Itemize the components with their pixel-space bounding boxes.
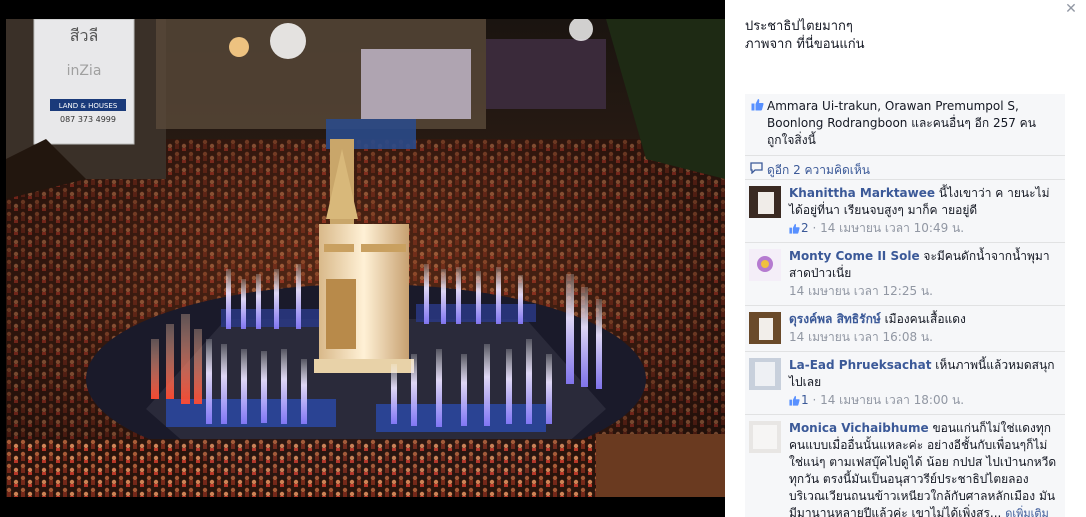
- comment-author[interactable]: ดุรงค์พล สิทธิรักษ์: [789, 312, 881, 326]
- avatar[interactable]: [749, 421, 781, 453]
- close-icon[interactable]: ✕: [1064, 1, 1078, 17]
- photo-viewer: สีวลี inZia LAND & HOUSES 087 373 4999: [0, 0, 725, 517]
- feedback-panel: Ammara Ui-trakun, Orawan Premumpol S, Bo…: [745, 94, 1065, 517]
- comment-time[interactable]: 14 เมษายน เวลา 16:08 น.: [789, 330, 933, 344]
- like-thumb-icon: [789, 395, 800, 406]
- likes-summary: Ammara Ui-trakun, Orawan Premumpol S, Bo…: [745, 94, 1065, 156]
- comment-item: Monty Come II Sole จะมีคนดักน้ำจากน้ำพุม…: [745, 243, 1065, 306]
- event-photo[interactable]: สีวลี inZia LAND & HOUSES 087 373 4999: [6, 19, 725, 497]
- like-thumb-icon: [789, 223, 800, 234]
- photo-caption: ประชาธิปไตยมากๆ ภาพจาก ที่นี่ขอนแก่น: [745, 18, 1065, 54]
- comment-like-number: 1: [801, 393, 809, 407]
- comment-author[interactable]: Monty Come II Sole: [789, 249, 920, 263]
- avatar[interactable]: [749, 186, 781, 218]
- comment-time[interactable]: 14 เมษายน เวลา 12:25 น.: [789, 284, 933, 298]
- view-more-comments-link[interactable]: ดูอีก 2 ความคิดเห็น: [745, 156, 1065, 180]
- view-more-comments-label: ดูอีก 2 ความคิดเห็น: [767, 163, 870, 177]
- sign-name: สีวลี: [70, 26, 99, 45]
- comment-time[interactable]: 14 เมษายน เวลา 18:00 น.: [820, 393, 964, 407]
- comment-item: Monica Vichaibhume ขอนแก่นก็ไม่ใช่แดงทุก…: [745, 415, 1065, 517]
- avatar[interactable]: [749, 249, 781, 281]
- caption-line: ภาพจาก ที่นี่ขอนแก่น: [745, 37, 865, 52]
- comment-author[interactable]: Monica Vichaibhume: [789, 421, 929, 435]
- comment-author[interactable]: Khanittha Marktawee: [789, 186, 935, 200]
- comment-text: ขอนแก่นก็ไม่ใช่แดงทุกคนแบบเมื่ออื่นนั้นแ…: [789, 421, 1057, 517]
- caption-line: ประชาธิปไตยมากๆ: [745, 19, 853, 34]
- comment-text: เมืองคนเสื้อแดง: [884, 312, 966, 326]
- likes-text[interactable]: Ammara Ui-trakun, Orawan Premumpol S, Bo…: [767, 99, 1036, 147]
- comment-meta: 14 เมษายน เวลา 16:08 น.: [789, 329, 1059, 345]
- sign-phone: 087 373 4999: [60, 115, 116, 124]
- comment-like-count[interactable]: 1: [789, 393, 809, 407]
- comment-item: ดุรงค์พล สิทธิรักษ์ เมืองคนเสื้อแดง 14 เ…: [745, 306, 1065, 352]
- comment-like-number: 2: [801, 221, 809, 235]
- comment-item: La-Ead Phrueksachat เห็นภาพนี้แล้วหมดสนุ…: [745, 352, 1065, 415]
- comment-sidebar: ✕ ประชาธิปไตยมากๆ ภาพจาก ที่นี่ขอนแก่น A…: [725, 0, 1086, 517]
- comment-item: Khanittha Marktawee นี้ไงเขาว่า ค ายนะไม…: [745, 180, 1065, 243]
- comment-author[interactable]: La-Ead Phrueksachat: [789, 358, 931, 372]
- comment-bubble-icon: [750, 162, 763, 174]
- comment-meta: 14 เมษายน เวลา 12:25 น.: [789, 283, 1059, 299]
- see-more-link[interactable]: ดูเพิ่มเติม: [1005, 507, 1049, 517]
- comment-meta: 2 · 14 เมษายน เวลา 10:49 น.: [789, 220, 1059, 236]
- comment-time[interactable]: 14 เมษายน เวลา 10:49 น.: [820, 221, 964, 235]
- comment-like-count[interactable]: 2: [789, 221, 809, 235]
- like-thumb-icon: [751, 99, 764, 111]
- comment-meta: 1 · 14 เมษายน เวลา 18:00 น.: [789, 392, 1059, 408]
- sign-store: LAND & HOUSES: [59, 102, 118, 110]
- sign-brand: inZia: [67, 63, 102, 79]
- avatar[interactable]: [749, 358, 781, 390]
- avatar[interactable]: [749, 312, 781, 344]
